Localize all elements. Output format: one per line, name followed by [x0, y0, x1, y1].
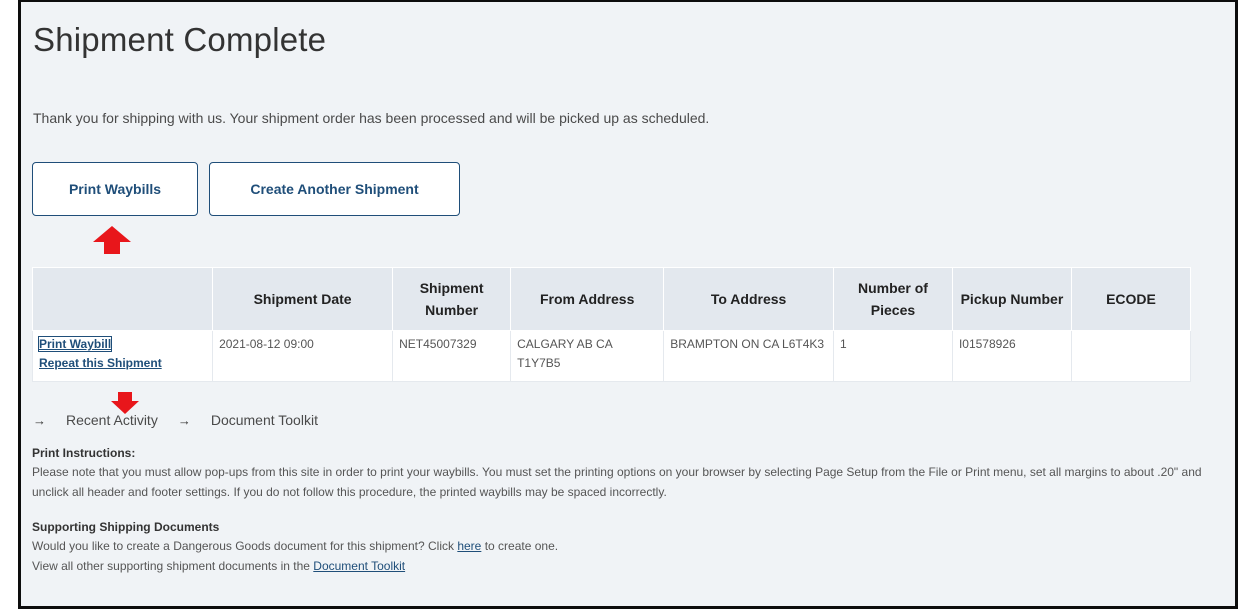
document-toolkit-link[interactable]: → Document Toolkit [178, 412, 318, 428]
table-header-row: Shipment Date Shipment Number From Addre… [31, 267, 1192, 331]
recent-activity-link[interactable]: → Recent Activity [33, 412, 158, 428]
ecode-cell [1070, 330, 1192, 382]
confirmation-message: Thank you for shipping with us. Your shi… [33, 110, 710, 126]
print-instructions-text: Please note that you must allow pop-ups … [32, 465, 1202, 499]
print-instructions-heading: Print Instructions: [32, 446, 136, 460]
shipment-complete-panel: Shipment Complete Thank you for shipping… [18, 0, 1238, 609]
print-waybills-button[interactable]: Print Waybills [32, 162, 198, 216]
shipment-number-cell: NET45007329 [392, 330, 512, 382]
document-toolkit-line: View all other supporting shipment docum… [32, 556, 405, 576]
document-toolkit-label: Document Toolkit [210, 412, 318, 428]
shipment-table: Shipment Date Shipment Number From Addre… [31, 267, 1192, 382]
row-actions-cell: Print Waybill Repeat this Shipment [31, 330, 214, 382]
dangerous-goods-line: Would you like to create a Dangerous Goo… [32, 536, 558, 556]
column-header-ecode: ECODE [1070, 267, 1192, 331]
column-header-to-address: To Address [663, 267, 834, 331]
arrow-up-icon [93, 226, 131, 254]
quick-links: → Recent Activity → Document Toolkit [33, 412, 338, 428]
arrow-right-icon: → [177, 412, 191, 428]
print-waybill-link[interactable]: Print Waybill [37, 336, 113, 352]
document-toolkit-inline-link[interactable]: Document Toolkit [313, 559, 405, 573]
column-header-shipment-number: Shipment Number [392, 267, 512, 331]
arrow-right-icon: → [33, 412, 46, 428]
column-header-actions [31, 267, 214, 331]
repeat-shipment-link[interactable]: Repeat this Shipment [39, 356, 162, 370]
pickup-number-cell: I01578926 [951, 330, 1072, 382]
dangerous-goods-text: Would you like to create a Dangerous Goo… [32, 539, 458, 553]
create-another-shipment-button[interactable]: Create Another Shipment [209, 162, 460, 216]
number-of-pieces-cell: 1 [832, 330, 953, 382]
supporting-documents-heading: Supporting Shipping Documents [32, 520, 220, 534]
column-header-number-of-pieces: Number of Pieces [832, 267, 953, 331]
dangerous-goods-here-link[interactable]: here [457, 539, 481, 553]
page-title: Shipment Complete [33, 21, 327, 58]
column-header-from-address: From Address [510, 267, 665, 331]
document-toolkit-text: View all other supporting shipment docum… [32, 559, 314, 573]
recent-activity-label: Recent Activity [66, 412, 158, 428]
shipment-date-cell: 2021-08-12 09:00 [212, 330, 394, 382]
to-address-cell: BRAMPTON ON CA L6T4K3 [663, 330, 834, 382]
dangerous-goods-suffix: to create one. [481, 539, 559, 553]
table-row: Print Waybill Repeat this Shipment 2021-… [31, 330, 1192, 382]
column-header-shipment-date: Shipment Date [212, 267, 394, 331]
from-address-cell: CALGARY AB CA T1Y7B5 [510, 330, 665, 382]
column-header-pickup-number: Pickup Number [951, 267, 1072, 331]
